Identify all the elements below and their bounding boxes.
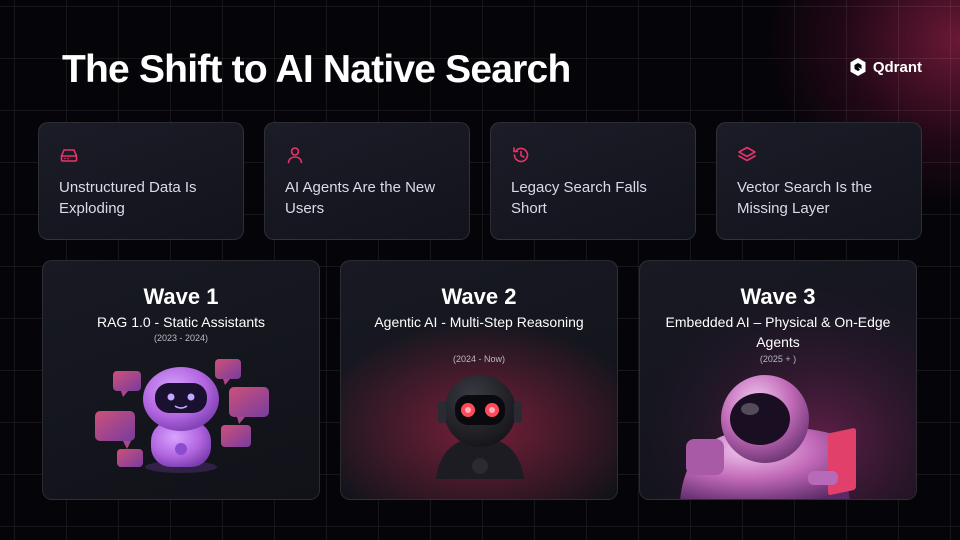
wave-card-2: Wave 2 Agentic AI - Multi-Step Reasoning…	[340, 260, 618, 500]
wave-subtitle: Agentic AI - Multi-Step Reasoning	[374, 314, 584, 330]
card-label: AI Agents Are the New Users	[285, 179, 436, 217]
wave-dates: (2024 - Now)	[452, 354, 506, 364]
qdrant-logo-icon	[850, 58, 866, 76]
wave-dates: (2023 - 2024)	[153, 333, 209, 343]
card-label: Legacy Search Falls Short	[511, 179, 647, 217]
wave-card-1: Wave 1 RAG 1.0 - Static Assistants (2023…	[42, 260, 320, 500]
card-label: Unstructured Data Is Exploding	[59, 179, 197, 217]
card-vector-search: Vector Search Is the Missing Layer	[716, 122, 922, 240]
slide: The Shift to AI Native Search Qdrant Uns…	[0, 0, 960, 540]
drive-icon	[60, 149, 78, 162]
layers-icon	[738, 146, 756, 162]
brand-name: Qdrant	[872, 58, 922, 76]
wave-title: Wave 2	[441, 284, 517, 309]
page-title: The Shift to AI Native Search	[62, 48, 571, 91]
card-unstructured-data: Unstructured Data Is Exploding	[38, 122, 244, 240]
wave-title: Wave 3	[740, 284, 816, 309]
wave-subtitle: RAG 1.0 - Static Assistants	[96, 314, 266, 330]
card-legacy-search: Legacy Search Falls Short	[490, 122, 696, 240]
card-label: Vector Search Is the Missing Layer	[737, 179, 873, 217]
history-icon	[513, 147, 529, 163]
user-icon	[287, 147, 303, 164]
wave-subtitle: Embedded AI – Physical & On-Edge Agents	[665, 314, 891, 350]
wave-title: Wave 1	[143, 284, 219, 309]
card-ai-agents: AI Agents Are the New Users	[264, 122, 470, 240]
wave-card-3: Wave 3 Embedded AI – Physical & On-Edge …	[639, 260, 917, 500]
wave-dates: (2025 + )	[759, 354, 797, 364]
brand-logo: Qdrant	[849, 57, 922, 77]
top-cards: Unstructured Data Is Exploding AI Agents…	[38, 122, 922, 240]
